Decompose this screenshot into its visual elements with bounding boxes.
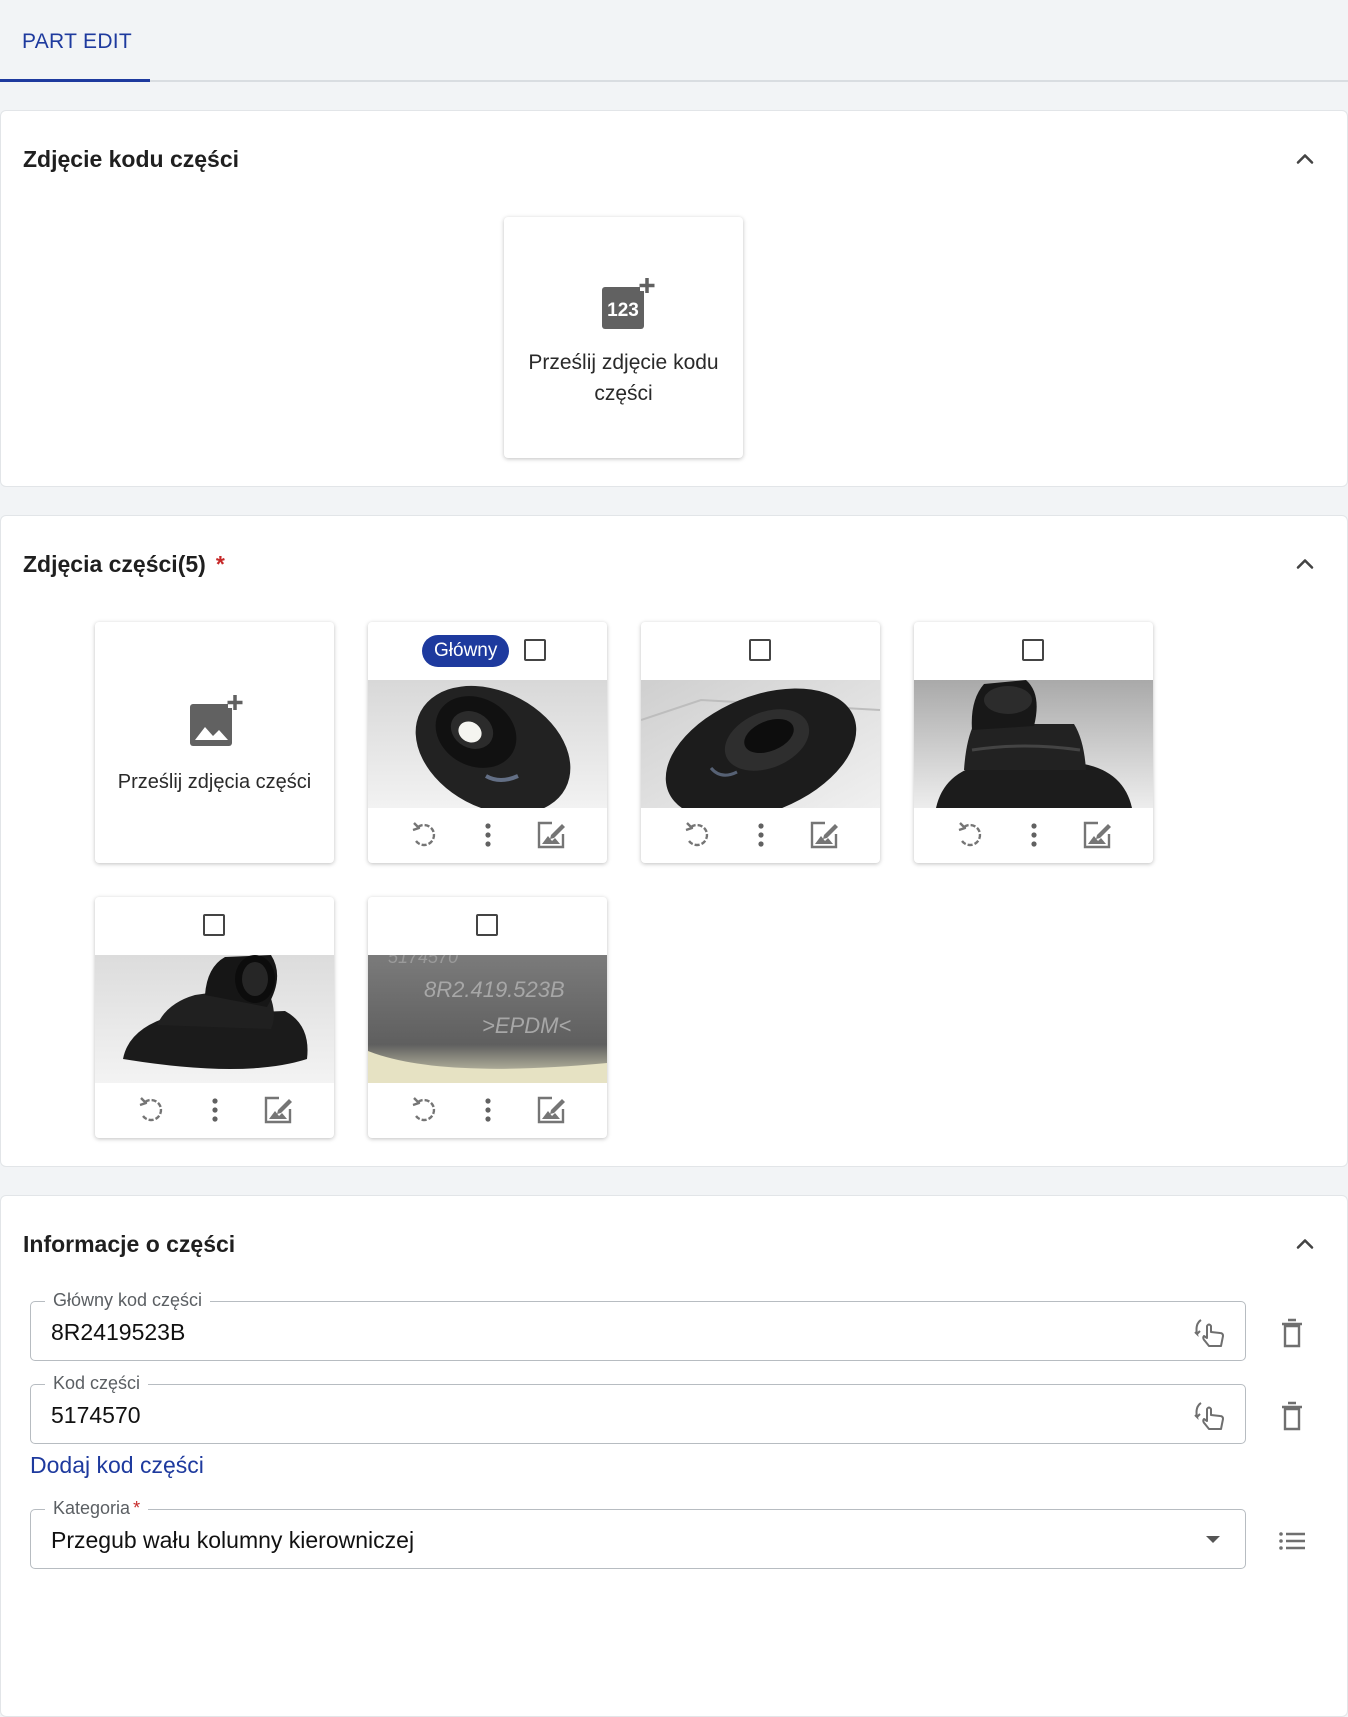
rubber-boot-code-closeup: 5174570 8R2.419.523B >EPDM< bbox=[368, 955, 607, 1083]
rotate-icon[interactable] bbox=[681, 819, 713, 851]
photo-card-header: Główny bbox=[368, 622, 607, 680]
photo-code-text-2: >EPDM< bbox=[482, 1013, 571, 1038]
more-vert-icon[interactable] bbox=[199, 1094, 231, 1126]
upload-part-photos-label: Prześlij zdjęcia części bbox=[117, 771, 312, 793]
add-number-photo-icon: 123 bbox=[602, 277, 655, 329]
category-label: Kategoria * bbox=[45, 1498, 149, 1519]
upload-part-photos-button[interactable]: Prześlij zdjęcia części bbox=[95, 622, 334, 863]
edit-image-icon[interactable] bbox=[808, 819, 840, 851]
category-list-icon[interactable] bbox=[1275, 1524, 1309, 1558]
swap-code-touch-icon[interactable] bbox=[1193, 1399, 1227, 1431]
photo-card-header bbox=[641, 622, 880, 680]
delete-main-code-trash-icon[interactable] bbox=[1275, 1316, 1309, 1350]
photo-card-4 bbox=[95, 897, 334, 1138]
more-vert-icon[interactable] bbox=[1018, 819, 1050, 851]
photo-2-image[interactable] bbox=[641, 680, 880, 808]
photo-4-actions bbox=[95, 1083, 334, 1138]
upload-code-photo-label-line1: Prześlij zdjęcie kodu bbox=[528, 351, 719, 374]
category-label-text: Kategoria bbox=[53, 1498, 131, 1518]
upload-code-photo-label-line2: części bbox=[594, 382, 653, 405]
add-photo-icon bbox=[190, 694, 243, 746]
photo-card-3 bbox=[914, 622, 1153, 863]
photo-card-header bbox=[368, 897, 607, 955]
photo-2-checkbox[interactable] bbox=[749, 639, 771, 661]
category-value[interactable]: Przegub wału kolumny kierowniczej bbox=[51, 1527, 1101, 1554]
photo-4-image[interactable] bbox=[95, 955, 334, 1083]
photo-card-header bbox=[914, 622, 1153, 680]
part-photos-section-title: Zdjęcia części(5) * bbox=[23, 551, 225, 578]
photo-card-5: 5174570 8R2.419.523B >EPDM< bbox=[368, 897, 607, 1138]
edit-image-icon[interactable] bbox=[535, 819, 567, 851]
rotate-icon[interactable] bbox=[408, 819, 440, 851]
photo-2-actions bbox=[641, 808, 880, 863]
collapse-code-photo-chevron-up-icon[interactable] bbox=[1291, 145, 1319, 173]
main-part-code-value[interactable]: 8R2419523B bbox=[51, 1319, 1101, 1346]
delete-code-trash-icon[interactable] bbox=[1275, 1399, 1309, 1433]
upload-code-photo-button[interactable]: 123 Prześlij zdjęcie kodu części bbox=[504, 217, 743, 458]
more-vert-icon[interactable] bbox=[745, 819, 777, 851]
tab-part-edit[interactable]: PART EDIT bbox=[0, 0, 150, 82]
part-photos-section: Zdjęcia części(5) * Prześlij zdjęcia częś… bbox=[0, 515, 1348, 1167]
swap-code-touch-icon[interactable] bbox=[1193, 1316, 1227, 1348]
rotate-icon[interactable] bbox=[408, 1094, 440, 1126]
rubber-boot-angled-view bbox=[641, 680, 880, 808]
part-photos-title-text: Zdjęcia części(5) bbox=[23, 551, 206, 577]
collapse-part-info-chevron-up-icon[interactable] bbox=[1291, 1230, 1319, 1258]
rotate-icon[interactable] bbox=[135, 1094, 167, 1126]
main-part-code-label: Główny kod części bbox=[45, 1290, 211, 1311]
tab-bar: PART EDIT bbox=[0, 0, 1348, 82]
number-icon-text: 123 bbox=[607, 300, 639, 321]
photo-4-checkbox[interactable] bbox=[203, 914, 225, 936]
category-select[interactable]: Kategoria * Przegub wału kolumny kierowni… bbox=[30, 1498, 1246, 1569]
photo-5-checkbox[interactable] bbox=[476, 914, 498, 936]
add-part-code-link[interactable]: Dodaj kod części bbox=[30, 1452, 204, 1479]
more-vert-icon[interactable] bbox=[472, 819, 504, 851]
edit-image-icon[interactable] bbox=[1081, 819, 1113, 851]
collapse-part-photos-chevron-up-icon[interactable] bbox=[1291, 550, 1319, 578]
photo-3-image[interactable] bbox=[914, 680, 1153, 808]
required-mark: * bbox=[215, 551, 225, 577]
edit-image-icon[interactable] bbox=[262, 1094, 294, 1126]
photo-1-checkbox[interactable] bbox=[524, 639, 546, 661]
photo-card-header bbox=[95, 897, 334, 955]
photo-3-actions bbox=[914, 808, 1153, 863]
code-photo-section: Zdjęcie kodu części 123 Prześlij zdjęcie… bbox=[0, 110, 1348, 487]
part-code-value[interactable]: 5174570 bbox=[51, 1402, 1101, 1429]
photo-code-text-3: 5174570 bbox=[388, 955, 458, 967]
dropdown-arrow-icon[interactable] bbox=[1201, 1530, 1225, 1550]
tab-part-edit-label: PART EDIT bbox=[22, 30, 133, 53]
photo-1-actions bbox=[368, 808, 607, 863]
photo-1-image[interactable] bbox=[368, 680, 607, 808]
more-vert-icon[interactable] bbox=[472, 1094, 504, 1126]
part-code-label: Kod części bbox=[45, 1373, 149, 1394]
rubber-boot-top-view bbox=[368, 680, 607, 808]
photo-3-checkbox[interactable] bbox=[1022, 639, 1044, 661]
tab-active-indicator bbox=[0, 79, 150, 82]
rotate-icon[interactable] bbox=[954, 819, 986, 851]
rubber-boot-side-view bbox=[914, 680, 1153, 808]
photo-card-1: Główny bbox=[368, 622, 607, 863]
edit-image-icon[interactable] bbox=[535, 1094, 567, 1126]
photo-card-2 bbox=[641, 622, 880, 863]
category-required-mark: * bbox=[133, 1498, 141, 1518]
photo-5-image[interactable]: 5174570 8R2.419.523B >EPDM< bbox=[368, 955, 607, 1083]
code-photo-section-title: Zdjęcie kodu części bbox=[23, 146, 240, 172]
rubber-boot-side-view-2 bbox=[95, 955, 334, 1083]
main-photo-badge: Główny bbox=[422, 635, 510, 667]
photo-code-text-1: 8R2.419.523B bbox=[424, 977, 565, 1002]
part-info-section: Informacje o części Główny kod części 8R… bbox=[0, 1195, 1348, 1717]
part-info-section-title: Informacje o części bbox=[23, 1231, 236, 1257]
part-code-field[interactable]: Kod części 5174570 bbox=[30, 1373, 1246, 1444]
main-part-code-field[interactable]: Główny kod części 8R2419523B bbox=[30, 1290, 1246, 1361]
upload-code-photo-label: Prześlij zdjęcie kodu części bbox=[524, 347, 723, 409]
photo-5-actions bbox=[368, 1083, 607, 1138]
